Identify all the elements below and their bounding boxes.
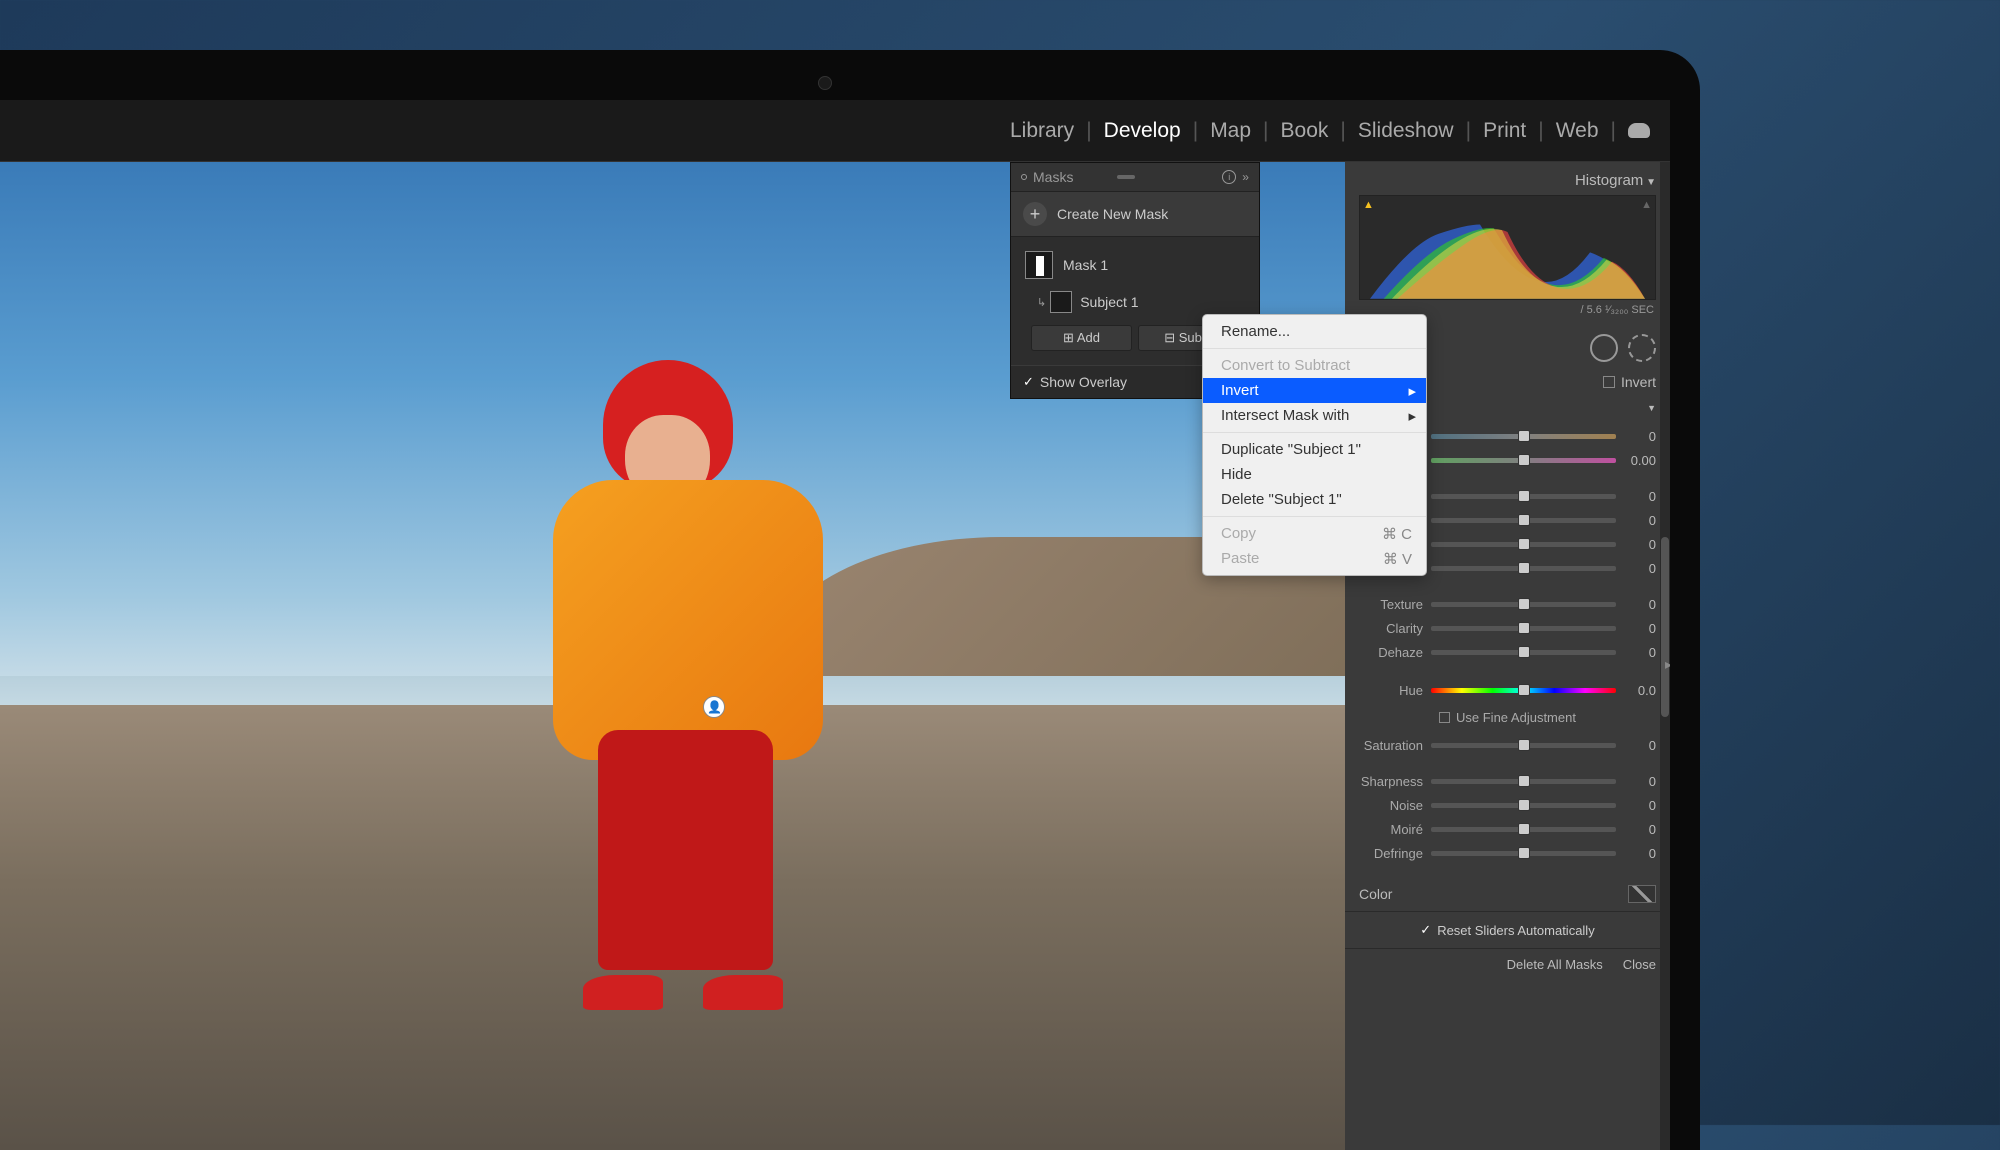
mask-panel-footer: Delete All Masks Close xyxy=(1345,948,1670,980)
camera-dot xyxy=(818,76,832,90)
menu-hide[interactable]: Hide xyxy=(1203,462,1426,487)
mask-thumbnail xyxy=(1025,251,1053,279)
plus-icon: + xyxy=(1023,202,1047,226)
menu-paste: Paste⌘ V xyxy=(1203,546,1426,571)
component-label: Subject 1 xyxy=(1080,294,1138,310)
mask-item-mask1[interactable]: Mask 1 xyxy=(1021,245,1249,285)
masks-panel-header[interactable]: Masks i » xyxy=(1011,163,1259,192)
slider-saturation[interactable]: Saturation0 xyxy=(1359,735,1656,755)
nav-library[interactable]: Library xyxy=(1010,119,1074,143)
slider-noise[interactable]: Noise0 xyxy=(1359,795,1656,815)
create-new-mask-button[interactable]: + Create New Mask xyxy=(1011,192,1259,237)
fine-adjustment-checkbox[interactable]: Use Fine Adjustment xyxy=(1359,704,1656,731)
panel-expand-icon[interactable]: ▸ xyxy=(1665,656,1670,673)
nav-web[interactable]: Web xyxy=(1556,119,1599,143)
nav-print[interactable]: Print xyxy=(1483,119,1526,143)
color-swatch-icon[interactable] xyxy=(1628,885,1656,903)
info-icon[interactable]: i xyxy=(1222,170,1236,184)
color-label: Color xyxy=(1359,886,1392,902)
develop-right-panel: Histogram ▲ ▲ / 5.6 xyxy=(1345,162,1670,1150)
nav-book[interactable]: Book xyxy=(1281,119,1329,143)
masks-dot-icon xyxy=(1021,174,1027,180)
collapse-icon[interactable]: » xyxy=(1242,170,1249,184)
reset-label: Reset Sliders Automatically xyxy=(1437,923,1595,938)
mask-pin-icon[interactable]: 👤 xyxy=(703,696,725,718)
app-screen: Library| Develop| Map| Book| Slideshow| … xyxy=(0,100,1670,1150)
link-icon: ↳ xyxy=(1037,296,1046,309)
delete-all-masks-button[interactable]: Delete All Masks xyxy=(1507,957,1603,972)
create-mask-label: Create New Mask xyxy=(1057,206,1168,222)
slider-texture[interactable]: Texture0 xyxy=(1359,594,1656,614)
nav-map[interactable]: Map xyxy=(1210,119,1251,143)
menu-intersect[interactable]: Intersect Mask with▸ xyxy=(1203,403,1426,428)
check-icon: ✓ xyxy=(1023,374,1034,390)
slider-dehaze[interactable]: Dehaze0 xyxy=(1359,642,1656,662)
slider-sharpness[interactable]: Sharpness0 xyxy=(1359,771,1656,791)
color-picker-row[interactable]: Color xyxy=(1345,877,1670,911)
slider-hue[interactable]: Hue0.0 xyxy=(1359,680,1656,700)
menu-rename[interactable]: Rename... xyxy=(1203,319,1426,344)
submenu-arrow-icon: ▸ xyxy=(1408,382,1416,400)
laptop-frame: Library| Develop| Map| Book| Slideshow| … xyxy=(0,50,1700,1150)
close-button[interactable]: Close xyxy=(1623,957,1656,972)
slider-clarity[interactable]: Clarity0 xyxy=(1359,618,1656,638)
panel-drag-handle[interactable] xyxy=(1117,175,1135,179)
checkbox-icon xyxy=(1603,376,1615,388)
submenu-arrow-icon: ▸ xyxy=(1408,407,1416,425)
slider-moire[interactable]: Moiré0 xyxy=(1359,819,1656,839)
histogram-display[interactable]: ▲ ▲ xyxy=(1359,195,1656,300)
menu-delete[interactable]: Delete "Subject 1" xyxy=(1203,487,1426,512)
mask-context-menu: Rename... Convert to Subtract Invert▸ In… xyxy=(1202,314,1427,576)
menu-copy: Copy⌘ C xyxy=(1203,521,1426,546)
menu-duplicate[interactable]: Duplicate "Subject 1" xyxy=(1203,437,1426,462)
add-to-mask-button[interactable]: ⊞ Add xyxy=(1031,325,1132,351)
tool-icon-2[interactable] xyxy=(1628,334,1656,362)
histogram-header[interactable]: Histogram xyxy=(1359,172,1656,189)
menu-convert-subtract: Convert to Subtract xyxy=(1203,353,1426,378)
show-overlay-label: Show Overlay xyxy=(1040,374,1127,390)
menu-invert[interactable]: Invert▸ xyxy=(1203,378,1426,403)
main-area: 👤 Masks i » + Create New Mask xyxy=(0,162,1670,1150)
top-module-nav: Library| Develop| Map| Book| Slideshow| … xyxy=(0,100,1670,162)
mask-label: Mask 1 xyxy=(1063,257,1108,273)
component-thumbnail xyxy=(1050,291,1072,313)
slider-defringe[interactable]: Defringe0 xyxy=(1359,843,1656,863)
cloud-sync-icon[interactable] xyxy=(1628,123,1650,138)
nav-slideshow[interactable]: Slideshow xyxy=(1358,119,1454,143)
reset-sliders-checkbox[interactable]: ✓ Reset Sliders Automatically xyxy=(1345,911,1670,948)
nav-develop[interactable]: Develop xyxy=(1104,119,1181,143)
invert-label: Invert xyxy=(1621,374,1656,390)
check-icon: ✓ xyxy=(1420,922,1431,938)
photo-preview[interactable]: 👤 Masks i » + Create New Mask xyxy=(0,162,1345,1150)
tool-icon-1[interactable] xyxy=(1590,334,1618,362)
masks-panel-title: Masks xyxy=(1033,169,1073,185)
